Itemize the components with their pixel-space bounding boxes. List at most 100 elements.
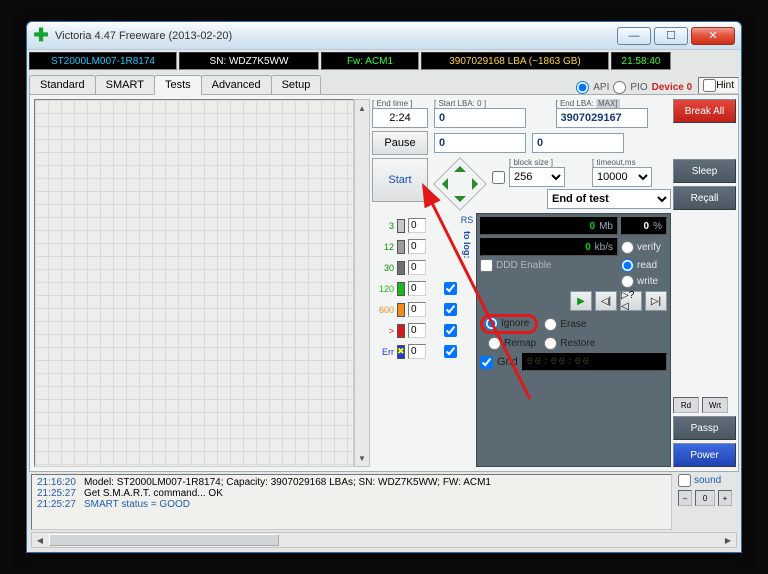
end-lba-input[interactable]: [556, 108, 648, 128]
end-time-input[interactable]: [372, 108, 428, 128]
nav-pad[interactable]: [434, 158, 486, 210]
label-api: API: [593, 82, 609, 93]
speed-log-checkbox[interactable]: [444, 303, 457, 316]
nav-up-icon[interactable]: [454, 160, 466, 172]
log-row: 21:16:20Model: ST2000LM007-1R8174; Capac…: [37, 477, 666, 488]
hint-label: Hint: [716, 80, 734, 91]
radio-remap[interactable]: [488, 337, 501, 350]
scroll-right-icon[interactable]: ▶: [720, 533, 736, 547]
speed-threshold: 600: [372, 305, 394, 315]
speed-color-icon: [397, 219, 405, 233]
jump-qmark-button[interactable]: ▷?◁: [620, 291, 642, 311]
maximize-button[interactable]: ☐: [654, 27, 688, 45]
current-lba2-input[interactable]: [532, 133, 624, 153]
app-window: ✚ Victoria 4.47 Freeware (2013-02-20) — …: [26, 21, 742, 553]
tab-smart[interactable]: SMART: [95, 75, 155, 94]
tab-tests[interactable]: Tests: [154, 75, 202, 95]
endtime-label: [ End time ]: [372, 99, 428, 108]
hscrollbar[interactable]: ◀ ▶: [31, 532, 737, 548]
end-of-test-select[interactable]: End of test: [547, 189, 671, 209]
tab-standard[interactable]: Standard: [29, 75, 96, 94]
test-column: [ End time ] [ Start LBA: 0 ] [ End LBA:…: [372, 99, 671, 467]
stats-panel: 0Mb 0% 0kb/s verify DDD Enable read: [476, 213, 671, 467]
speed-count: 0: [408, 281, 426, 296]
action-column: Break All Sleep Reçall Rd Wrt Passp Powe…: [673, 99, 736, 467]
wrt-button[interactable]: Wrt: [702, 397, 728, 413]
radio-erase[interactable]: [544, 318, 557, 331]
tab-advanced[interactable]: Advanced: [201, 75, 272, 94]
nav-right-icon[interactable]: [472, 178, 484, 190]
radio-restore[interactable]: [544, 337, 557, 350]
mb-unit: Mb: [599, 221, 613, 232]
step-fwd-button[interactable]: ▷|: [645, 291, 667, 311]
log-row: 21:25:27SMART status = GOOD: [37, 499, 666, 510]
grid-checkbox[interactable]: [480, 356, 493, 369]
status-bar: ST2000LM007-1R8174 SN: WDZ7K5WW Fw: ACM1…: [29, 52, 739, 70]
power-button[interactable]: Power: [673, 443, 736, 467]
speed-color-icon: [397, 303, 405, 317]
speed-color-icon: [397, 324, 405, 338]
scroll-thumb[interactable]: [49, 534, 279, 546]
recall-button[interactable]: Reçall: [673, 186, 736, 210]
nav-left-icon[interactable]: [436, 178, 448, 190]
passp-button[interactable]: Passp: [673, 416, 736, 440]
log-text: SMART status = GOOD: [84, 499, 190, 510]
sound-minus-button[interactable]: –: [678, 490, 692, 506]
step-back-button[interactable]: ◁|: [595, 291, 617, 311]
log-row: 21:25:27Get S.M.A.R.T. command... OK: [37, 488, 666, 499]
ddd-checkbox[interactable]: [480, 259, 493, 272]
minimize-button[interactable]: —: [617, 27, 651, 45]
label-write: write: [637, 276, 658, 287]
speed-color-icon: [397, 240, 405, 254]
scan-grid: [34, 99, 354, 467]
speed-color-icon: ✖: [397, 345, 405, 359]
endlba-max[interactable]: MAX]: [596, 99, 620, 108]
current-lba1-input[interactable]: [434, 133, 526, 153]
radio-pio[interactable]: [613, 81, 626, 94]
rs-label[interactable]: RS: [461, 215, 474, 225]
sleep-button[interactable]: Sleep: [673, 159, 736, 183]
mb-value: 0: [590, 221, 596, 232]
radio-read[interactable]: [621, 259, 634, 272]
status-firmware: Fw: ACM1: [321, 52, 419, 70]
speed-log-checkbox[interactable]: [444, 324, 457, 337]
start-lba-input[interactable]: [434, 108, 526, 128]
sound-plus-button[interactable]: +: [718, 490, 732, 506]
speed-count: 0: [408, 323, 426, 338]
endlba-label: [ End LBA:: [556, 99, 594, 108]
startlba-label: [ Start LBA:: [434, 99, 477, 108]
start-button[interactable]: Start: [372, 158, 428, 202]
rd-button[interactable]: Rd: [673, 397, 699, 413]
speed-log-checkbox[interactable]: [444, 345, 457, 358]
speed-color-icon: [397, 282, 405, 296]
radio-ignore[interactable]: [485, 317, 498, 330]
break-all-button[interactable]: Break All: [673, 99, 736, 123]
speed-threshold: 120: [372, 284, 394, 294]
scroll-up-icon[interactable]: ▲: [355, 100, 369, 116]
radio-verify[interactable]: [621, 241, 634, 254]
speed-log-checkbox[interactable]: [444, 282, 457, 295]
radio-write[interactable]: [621, 275, 634, 288]
nav-down-icon[interactable]: [454, 196, 466, 208]
hint-checkbox[interactable]: [703, 79, 716, 92]
pause-button[interactable]: Pause: [372, 131, 428, 155]
radio-api[interactable]: [576, 81, 589, 94]
tab-setup[interactable]: Setup: [271, 75, 322, 94]
blocksize-checkbox[interactable]: [492, 171, 505, 184]
sound-checkbox[interactable]: [678, 474, 691, 487]
speed-row: 600 0: [372, 301, 442, 318]
block-size-select[interactable]: 256: [509, 167, 565, 187]
close-button[interactable]: ✕: [691, 27, 735, 45]
speed-count: 0: [408, 302, 426, 317]
hint-box[interactable]: Hint: [698, 77, 739, 94]
scroll-down-icon[interactable]: ▼: [355, 450, 369, 466]
timeout-select[interactable]: 10000: [592, 167, 652, 187]
titlebar[interactable]: ✚ Victoria 4.47 Freeware (2013-02-20) — …: [27, 22, 741, 50]
status-time: 21:58:40: [611, 52, 671, 70]
play-button[interactable]: ▶: [570, 291, 592, 311]
label-ignore: Ignore: [501, 318, 529, 329]
label-remap: Remap: [504, 338, 536, 349]
speed-row: 300: [372, 259, 442, 276]
scroll-left-icon[interactable]: ◀: [32, 533, 48, 547]
grid-vscroll[interactable]: ▲ ▼: [354, 99, 370, 467]
